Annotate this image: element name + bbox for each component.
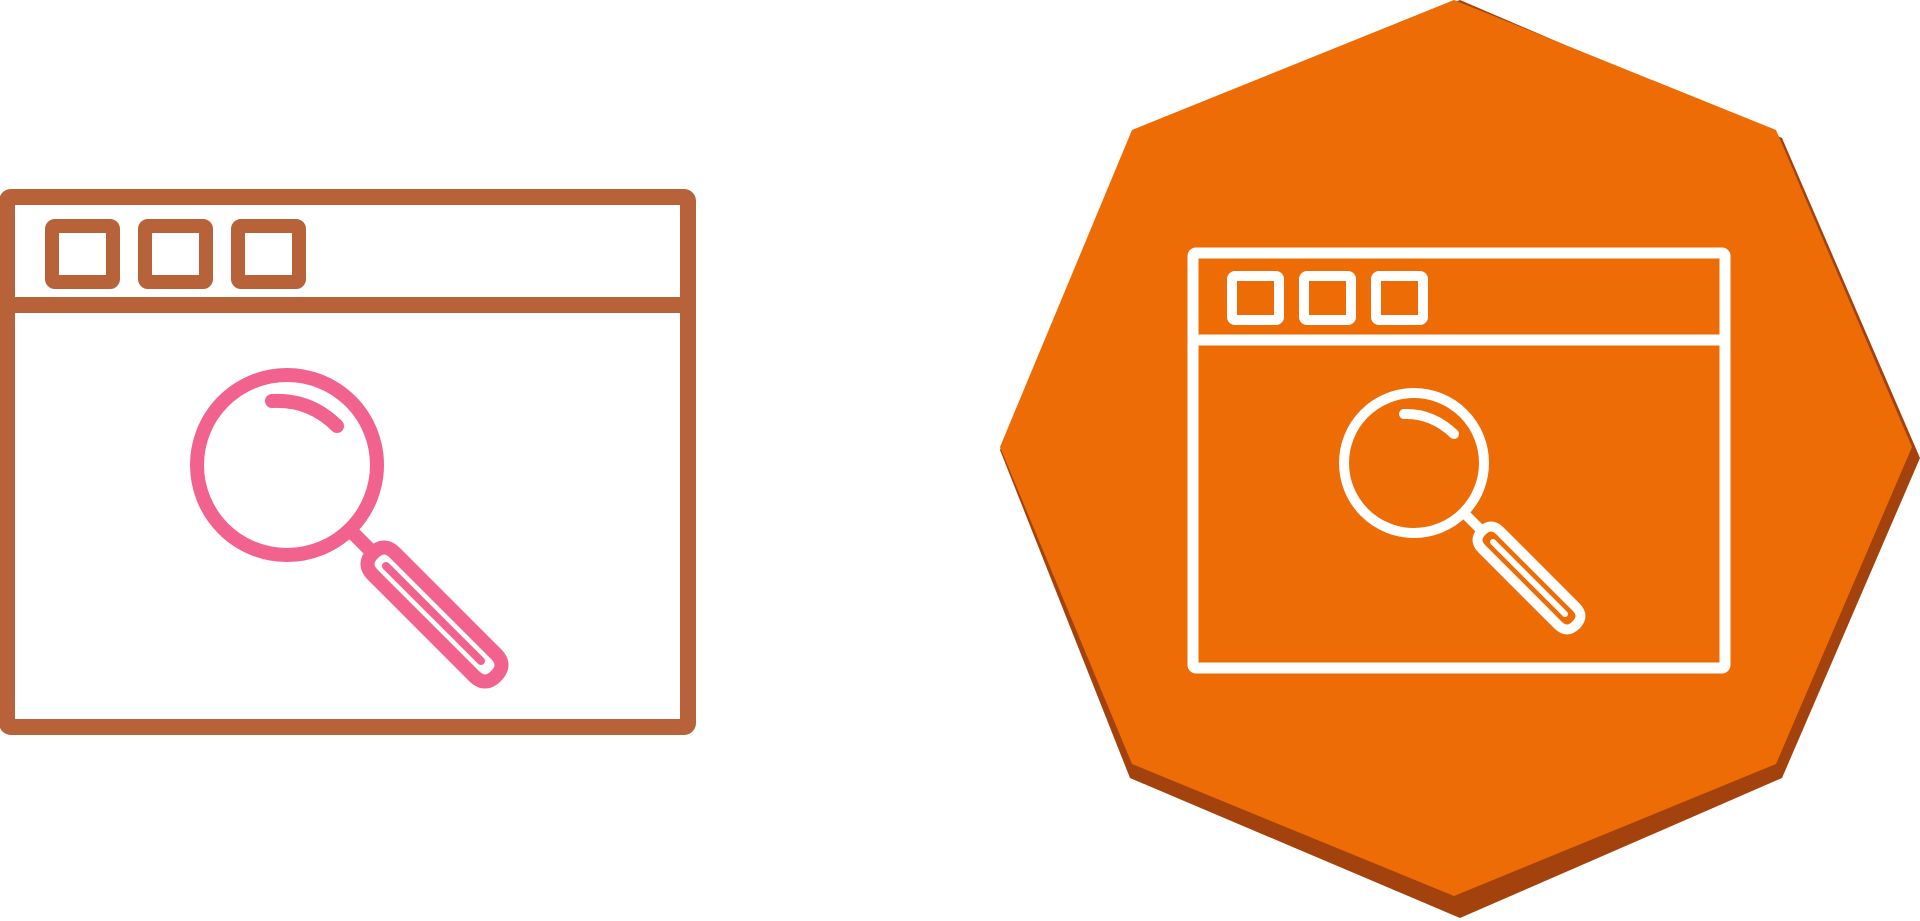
octagon-badge [1000, 0, 1912, 896]
magnifier-icon [190, 368, 509, 689]
window-button-icon [45, 219, 120, 289]
window-button-icon [138, 219, 213, 289]
magnifier-handle-inner [382, 562, 485, 665]
window-button-icon [231, 219, 306, 289]
browser-search-badge-icon [1000, 0, 1920, 918]
magnifier-glint [265, 393, 344, 433]
icon-artboard [0, 0, 1920, 918]
icon-canvas [0, 0, 1920, 921]
browser-search-icon [0, 189, 696, 735]
